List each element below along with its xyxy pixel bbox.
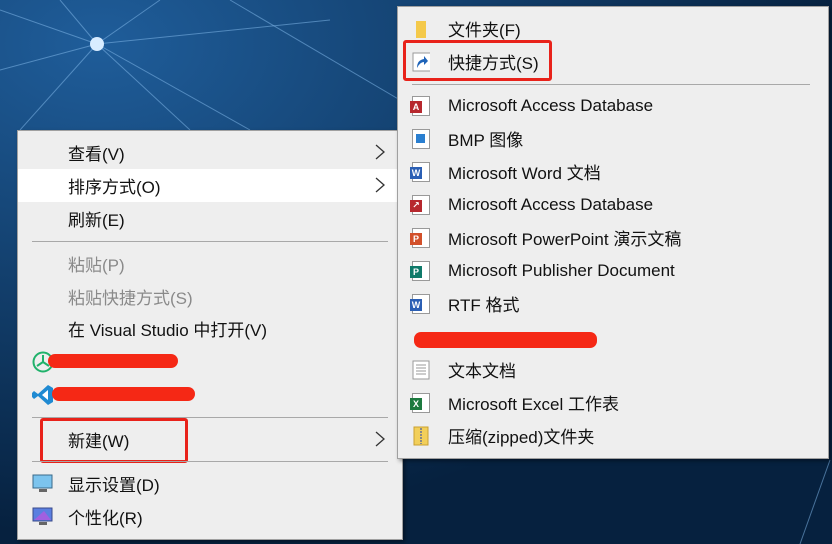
bmp-icon [412,128,430,149]
new-word-document-item[interactable]: W Microsoft Word 文档 [398,155,828,188]
excel-icon: X [410,392,430,413]
chevron-right-icon [375,431,385,447]
menu-item-personalize[interactable]: 个性化(R) [18,500,402,533]
new-excel-item[interactable]: X Microsoft Excel 工作表 [398,386,828,419]
new-powerpoint-item[interactable]: P Microsoft PowerPoint 演示文稿 [398,221,828,254]
new-text-document-item[interactable]: 文本文档 [398,353,828,386]
annotation-highlight-box [403,40,552,81]
rtf-icon: W [410,293,430,314]
menu-item-paste-shortcut: 粘贴快捷方式(S) [68,289,193,308]
menu-item-open-in-visual-studio[interactable]: 在 Visual Studio 中打开(V) [18,312,402,345]
monitor-icon [32,473,54,495]
redaction-mark [414,332,597,348]
new-rtf-item[interactable]: W RTF 格式 [398,287,828,320]
annotation-highlight-box [40,418,188,463]
redaction-mark [52,387,195,401]
desktop-context-menu: 查看(V) 排序方式(O) 刷新(E) 粘贴(P) 粘贴快捷方式(S) 在 Vi… [17,130,403,540]
new-publisher-item[interactable]: P Microsoft Publisher Document [398,254,828,287]
menu-separator [412,84,810,85]
menu-item-redacted-app[interactable] [18,345,402,378]
menu-item-view[interactable]: 查看(V) [18,136,402,169]
personalize-icon [32,506,54,528]
new-submenu: 文件夹(F) 快捷方式(S) A Microsoft Access Databas… [397,6,829,459]
access-shortcut-icon: ↗ [410,194,430,215]
vscode-icon [32,384,54,406]
menu-item-redacted-vscode[interactable] [18,378,402,411]
new-zip-folder-item[interactable]: 压缩(zipped)文件夹 [398,419,828,452]
menu-item-sort-by[interactable]: 排序方式(O) [18,169,402,202]
menu-item-display-settings[interactable]: 显示设置(D) [18,467,402,500]
access-icon: A [410,95,430,116]
menu-separator [32,241,388,242]
new-bmp-image-item[interactable]: BMP 图像 [398,122,828,155]
menu-item-paste: 粘贴(P) [68,256,125,275]
new-access-database-item-2[interactable]: ↗ Microsoft Access Database [398,188,828,221]
menu-separator [32,461,388,462]
redaction-mark [48,354,178,368]
powerpoint-icon: P [410,227,430,248]
chevron-right-icon [375,144,385,160]
menu-item-refresh[interactable]: 刷新(E) [18,202,402,235]
folder-icon [412,19,430,39]
publisher-icon: P [410,260,430,281]
zip-folder-icon [412,426,430,446]
new-redacted-item[interactable] [398,320,828,353]
word-icon: W [410,161,430,182]
text-document-icon [412,360,430,380]
chevron-right-icon [375,177,385,193]
new-access-database-item[interactable]: A Microsoft Access Database [398,89,828,122]
